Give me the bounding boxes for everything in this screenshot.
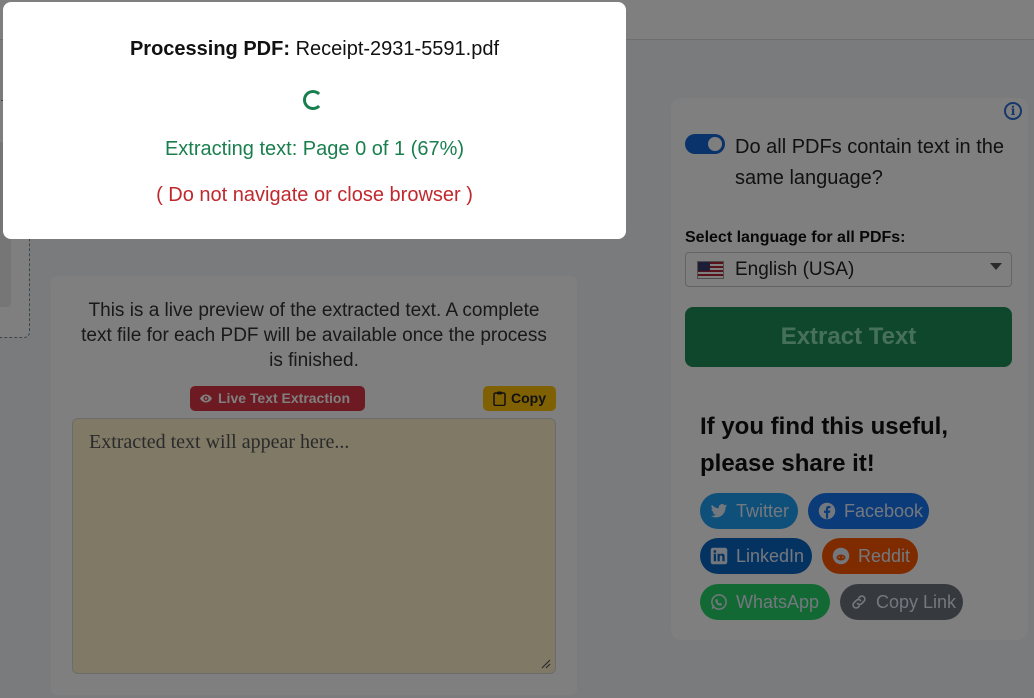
processing-modal: Processing PDF: Receipt-2931-5591.pdf Ex… xyxy=(3,2,626,239)
modal-title-label: Processing PDF: xyxy=(129,38,290,60)
extraction-progress-text: Extracting text: Page 0 of 1 (67%) xyxy=(164,138,465,160)
loading-spinner-icon xyxy=(303,90,323,110)
processing-filename: Receipt-2931-5591.pdf xyxy=(295,38,500,60)
modal-title: Processing PDF: Receipt-2931-5591.pdf xyxy=(3,38,626,61)
navigation-warning: ( Do not navigate or close browser ) xyxy=(156,184,473,206)
